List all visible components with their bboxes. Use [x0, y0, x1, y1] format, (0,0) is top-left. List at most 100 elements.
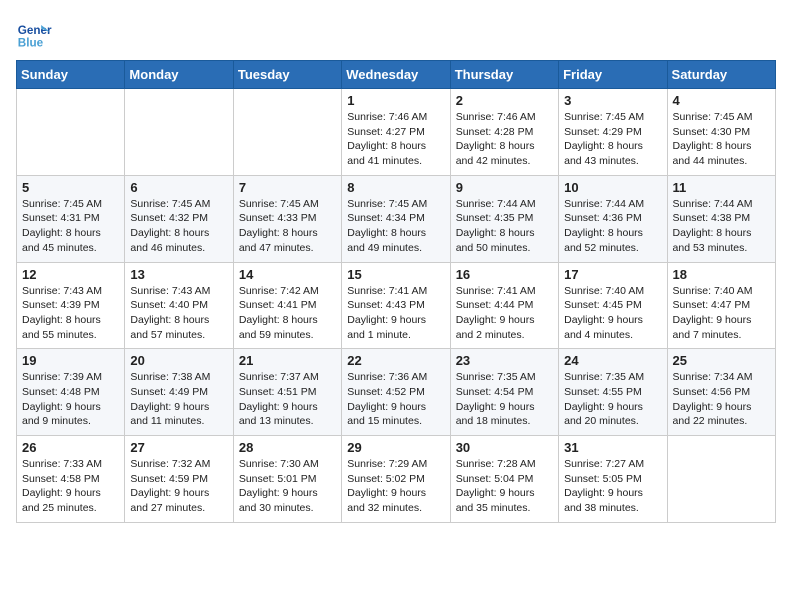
day-info: Sunrise: 7:45 AM Sunset: 4:31 PM Dayligh…	[22, 197, 119, 256]
calendar-cell: 7 Sunrise: 7:45 AM Sunset: 4:33 PM Daylig…	[233, 175, 341, 262]
day-number: 26	[22, 440, 119, 455]
calendar-cell: 14 Sunrise: 7:42 AM Sunset: 4:41 PM Dayli…	[233, 262, 341, 349]
day-number: 14	[239, 267, 336, 282]
day-info: Sunrise: 7:27 AM Sunset: 5:05 PM Dayligh…	[564, 457, 661, 516]
calendar-cell: 9 Sunrise: 7:44 AM Sunset: 4:35 PM Daylig…	[450, 175, 558, 262]
calendar-cell: 28 Sunrise: 7:30 AM Sunset: 5:01 PM Dayli…	[233, 436, 341, 523]
calendar-cell: 20 Sunrise: 7:38 AM Sunset: 4:49 PM Dayli…	[125, 349, 233, 436]
day-number: 5	[22, 180, 119, 195]
calendar-cell: 26 Sunrise: 7:33 AM Sunset: 4:58 PM Dayli…	[17, 436, 125, 523]
day-number: 12	[22, 267, 119, 282]
calendar-cell: 10Sunrise: 7:44 AM Sunset: 4:36 PM Dayli…	[559, 175, 667, 262]
day-info: Sunrise: 7:41 AM Sunset: 4:44 PM Dayligh…	[456, 284, 553, 343]
day-number: 22	[347, 353, 444, 368]
calendar-cell: 19 Sunrise: 7:39 AM Sunset: 4:48 PM Dayli…	[17, 349, 125, 436]
day-info: Sunrise: 7:43 AM Sunset: 4:40 PM Dayligh…	[130, 284, 227, 343]
calendar-cell: 5 Sunrise: 7:45 AM Sunset: 4:31 PM Daylig…	[17, 175, 125, 262]
day-number: 30	[456, 440, 553, 455]
calendar-cell: 22 Sunrise: 7:36 AM Sunset: 4:52 PM Dayli…	[342, 349, 450, 436]
calendar-cell: 18 Sunrise: 7:40 AM Sunset: 4:47 PM Dayli…	[667, 262, 775, 349]
weekday-header: Wednesday	[342, 61, 450, 89]
day-info: Sunrise: 7:38 AM Sunset: 4:49 PM Dayligh…	[130, 370, 227, 429]
weekday-header-row: SundayMondayTuesdayWednesdayThursdayFrid…	[17, 61, 776, 89]
calendar-cell: 15Sunrise: 7:41 AM Sunset: 4:43 PM Dayli…	[342, 262, 450, 349]
logo-icon: General Blue	[16, 16, 52, 52]
calendar-cell: 29 Sunrise: 7:29 AM Sunset: 5:02 PM Dayli…	[342, 436, 450, 523]
calendar-cell	[667, 436, 775, 523]
day-info: Sunrise: 7:28 AM Sunset: 5:04 PM Dayligh…	[456, 457, 553, 516]
day-info: Sunrise: 7:35 AM Sunset: 4:55 PM Dayligh…	[564, 370, 661, 429]
day-number: 31	[564, 440, 661, 455]
day-info: Sunrise: 7:45 AM Sunset: 4:33 PM Dayligh…	[239, 197, 336, 256]
calendar-week-row: 19 Sunrise: 7:39 AM Sunset: 4:48 PM Dayli…	[17, 349, 776, 436]
day-info: Sunrise: 7:34 AM Sunset: 4:56 PM Dayligh…	[673, 370, 770, 429]
day-number: 19	[22, 353, 119, 368]
calendar-cell: 25 Sunrise: 7:34 AM Sunset: 4:56 PM Dayli…	[667, 349, 775, 436]
calendar-cell: 27 Sunrise: 7:32 AM Sunset: 4:59 PM Dayli…	[125, 436, 233, 523]
day-info: Sunrise: 7:44 AM Sunset: 4:38 PM Dayligh…	[673, 197, 770, 256]
day-number: 6	[130, 180, 227, 195]
day-number: 11	[673, 180, 770, 195]
calendar-cell	[125, 89, 233, 176]
day-number: 17	[564, 267, 661, 282]
calendar-week-row: 5 Sunrise: 7:45 AM Sunset: 4:31 PM Daylig…	[17, 175, 776, 262]
calendar-week-row: 12 Sunrise: 7:43 AM Sunset: 4:39 PM Dayli…	[17, 262, 776, 349]
day-number: 13	[130, 267, 227, 282]
calendar-cell: 13 Sunrise: 7:43 AM Sunset: 4:40 PM Dayli…	[125, 262, 233, 349]
calendar-cell: 3Sunrise: 7:45 AM Sunset: 4:29 PM Daylig…	[559, 89, 667, 176]
day-number: 24	[564, 353, 661, 368]
day-number: 23	[456, 353, 553, 368]
weekday-header: Monday	[125, 61, 233, 89]
day-number: 29	[347, 440, 444, 455]
calendar-cell: 16 Sunrise: 7:41 AM Sunset: 4:44 PM Dayli…	[450, 262, 558, 349]
day-info: Sunrise: 7:35 AM Sunset: 4:54 PM Dayligh…	[456, 370, 553, 429]
day-number: 2	[456, 93, 553, 108]
calendar-cell	[233, 89, 341, 176]
calendar-cell: 2 Sunrise: 7:46 AM Sunset: 4:28 PM Daylig…	[450, 89, 558, 176]
day-info: Sunrise: 7:33 AM Sunset: 4:58 PM Dayligh…	[22, 457, 119, 516]
day-info: Sunrise: 7:45 AM Sunset: 4:30 PM Dayligh…	[673, 110, 770, 169]
day-number: 4	[673, 93, 770, 108]
day-info: Sunrise: 7:46 AM Sunset: 4:27 PM Dayligh…	[347, 110, 444, 169]
day-number: 9	[456, 180, 553, 195]
day-number: 21	[239, 353, 336, 368]
day-info: Sunrise: 7:45 AM Sunset: 4:34 PM Dayligh…	[347, 197, 444, 256]
calendar-week-row: 26 Sunrise: 7:33 AM Sunset: 4:58 PM Dayli…	[17, 436, 776, 523]
day-info: Sunrise: 7:36 AM Sunset: 4:52 PM Dayligh…	[347, 370, 444, 429]
day-info: Sunrise: 7:29 AM Sunset: 5:02 PM Dayligh…	[347, 457, 444, 516]
day-number: 10	[564, 180, 661, 195]
calendar-cell: 11 Sunrise: 7:44 AM Sunset: 4:38 PM Dayli…	[667, 175, 775, 262]
weekday-header: Sunday	[17, 61, 125, 89]
calendar-cell: 17 Sunrise: 7:40 AM Sunset: 4:45 PM Dayli…	[559, 262, 667, 349]
day-info: Sunrise: 7:39 AM Sunset: 4:48 PM Dayligh…	[22, 370, 119, 429]
day-info: Sunrise: 7:40 AM Sunset: 4:45 PM Dayligh…	[564, 284, 661, 343]
day-number: 28	[239, 440, 336, 455]
day-info: Sunrise: 7:40 AM Sunset: 4:47 PM Dayligh…	[673, 284, 770, 343]
page-header: General Blue	[16, 16, 776, 52]
calendar-cell: 30 Sunrise: 7:28 AM Sunset: 5:04 PM Dayli…	[450, 436, 558, 523]
day-number: 15	[347, 267, 444, 282]
calendar-cell: 4 Sunrise: 7:45 AM Sunset: 4:30 PM Daylig…	[667, 89, 775, 176]
day-info: Sunrise: 7:30 AM Sunset: 5:01 PM Dayligh…	[239, 457, 336, 516]
day-info: Sunrise: 7:44 AM Sunset: 4:35 PM Dayligh…	[456, 197, 553, 256]
day-number: 7	[239, 180, 336, 195]
day-number: 20	[130, 353, 227, 368]
day-number: 16	[456, 267, 553, 282]
calendar-cell: 31 Sunrise: 7:27 AM Sunset: 5:05 PM Dayli…	[559, 436, 667, 523]
day-number: 18	[673, 267, 770, 282]
calendar-table: SundayMondayTuesdayWednesdayThursdayFrid…	[16, 60, 776, 523]
day-number: 25	[673, 353, 770, 368]
day-info: Sunrise: 7:42 AM Sunset: 4:41 PM Dayligh…	[239, 284, 336, 343]
day-info: Sunrise: 7:45 AM Sunset: 4:32 PM Dayligh…	[130, 197, 227, 256]
day-info: Sunrise: 7:43 AM Sunset: 4:39 PM Dayligh…	[22, 284, 119, 343]
calendar-cell: 21Sunrise: 7:37 AM Sunset: 4:51 PM Dayli…	[233, 349, 341, 436]
svg-text:Blue: Blue	[18, 37, 44, 50]
day-info: Sunrise: 7:32 AM Sunset: 4:59 PM Dayligh…	[130, 457, 227, 516]
day-number: 27	[130, 440, 227, 455]
day-info: Sunrise: 7:45 AM Sunset: 4:29 PM Dayligh…	[564, 110, 661, 169]
day-info: Sunrise: 7:46 AM Sunset: 4:28 PM Dayligh…	[456, 110, 553, 169]
calendar-cell: 1 Sunrise: 7:46 AM Sunset: 4:27 PM Daylig…	[342, 89, 450, 176]
weekday-header: Friday	[559, 61, 667, 89]
logo: General Blue	[16, 16, 52, 52]
day-number: 1	[347, 93, 444, 108]
